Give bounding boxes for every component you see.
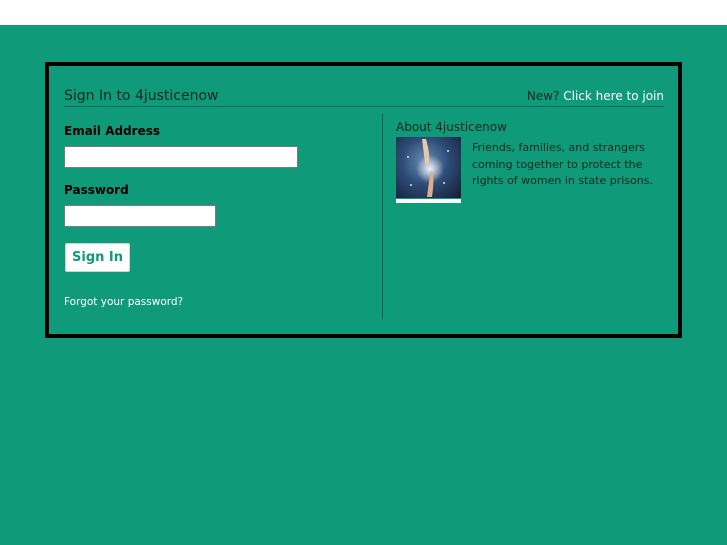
panel-title: Sign In to 4justicenow	[64, 88, 219, 104]
forgot-password-link[interactable]: Forgot your password?	[64, 296, 183, 308]
panel-header: Sign In to 4justicenow New? Click here t…	[64, 84, 664, 107]
about-description: Friends, families, and strangers coming …	[472, 141, 653, 187]
image-underline	[396, 199, 461, 203]
join-prefix: New?	[526, 89, 560, 103]
join-link[interactable]: Click here to join	[563, 89, 664, 103]
password-field[interactable]	[64, 205, 216, 227]
about-title: About 4justicenow	[396, 120, 507, 134]
email-label: Email Address	[64, 124, 161, 138]
hands-icon	[407, 139, 449, 197]
top-bar	[0, 0, 727, 25]
signin-button[interactable]: Sign In	[65, 243, 130, 272]
about-photo	[396, 137, 461, 198]
email-field[interactable]	[64, 146, 298, 168]
column-divider	[382, 114, 383, 319]
reaching-hands-image	[396, 137, 461, 203]
join-prompt: New? Click here to join	[527, 89, 664, 103]
signin-panel: Sign In to 4justicenow New? Click here t…	[45, 62, 682, 338]
password-label: Password	[64, 183, 129, 197]
